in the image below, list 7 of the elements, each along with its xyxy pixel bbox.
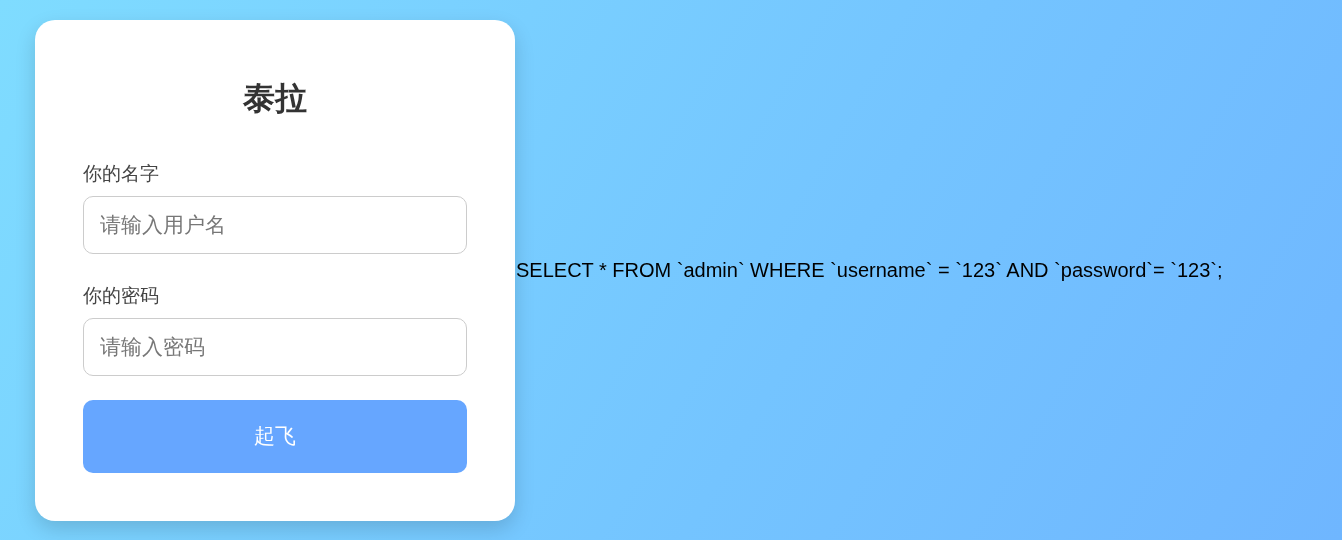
field-label: 你的名字 [83, 160, 159, 185]
field-label: 你的密码 [83, 282, 159, 307]
card-title: 泰拉 [243, 77, 307, 119]
input-field[interactable]: 请输入密码 [83, 317, 467, 376]
sql-query-text: SELECT * FROM `admin` WHERE `username` = `123` AND `password`= `123`; [516, 258, 1223, 282]
submit-button[interactable]: 起飞 [83, 399, 467, 473]
input-field[interactable]: 请输入用户名 [83, 195, 467, 254]
